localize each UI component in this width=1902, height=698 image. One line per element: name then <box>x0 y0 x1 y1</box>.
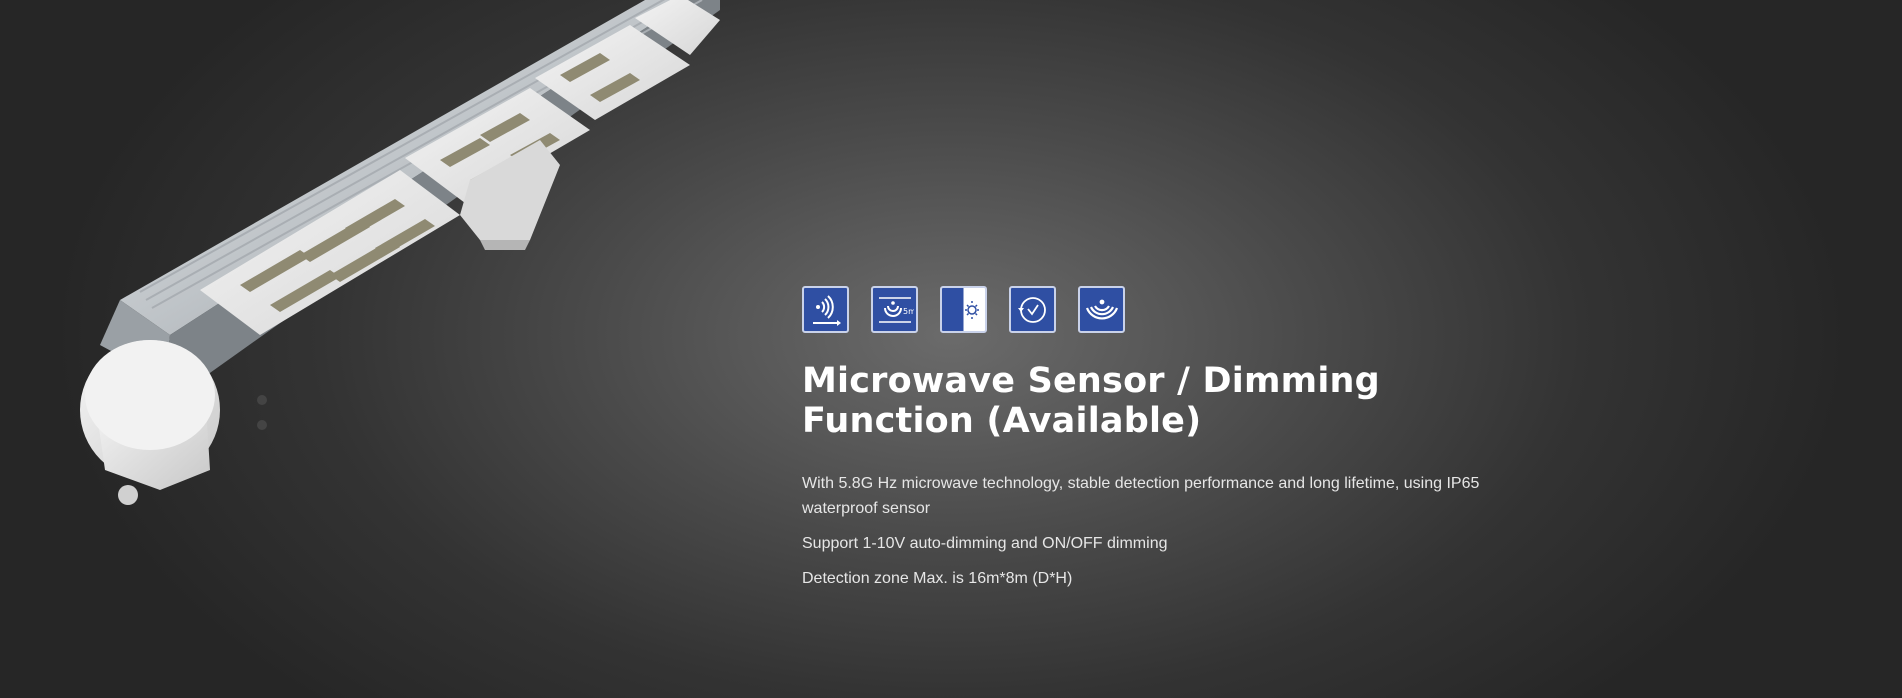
day-night-icon <box>940 286 987 333</box>
sensor-wave-icon <box>1078 286 1125 333</box>
timer-icon <box>1009 286 1056 333</box>
section-title: Microwave Sensor / Dimming Function (Ava… <box>802 361 1380 441</box>
description-paragraph-3: Detection zone Max. is 16m*8m (D*H) <box>802 570 1073 587</box>
feature-icons-row: 5m <box>802 286 1502 333</box>
feature-section: 5m Microwave Sensor / Dimming Function (… <box>802 286 1502 601</box>
detection-height-icon: 5m <box>871 286 918 333</box>
detection-height-label: 5m <box>903 307 914 316</box>
product-image <box>80 0 720 505</box>
description-paragraph-2: Support 1-10V auto-dimming and ON/OFF di… <box>802 535 1168 552</box>
description-paragraph-1: With 5.8G Hz microwave technology, stabl… <box>802 475 1480 517</box>
microwave-wave-icon <box>802 286 849 333</box>
